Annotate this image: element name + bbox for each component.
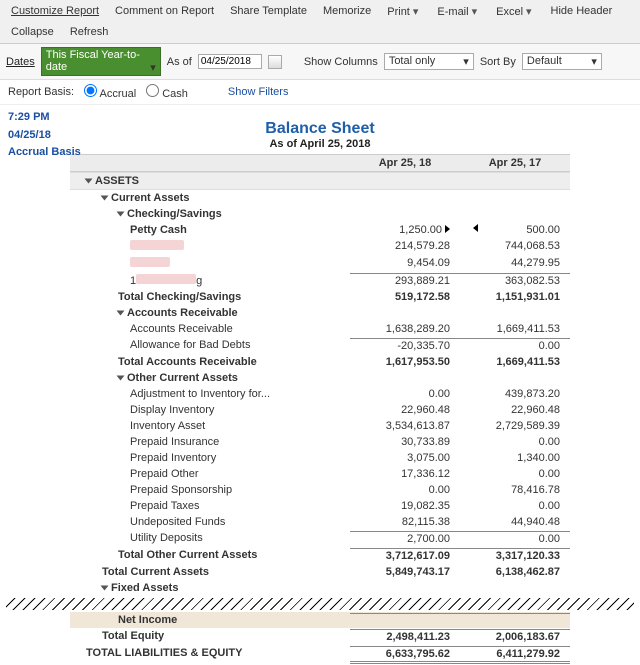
triangle-icon [117,211,125,216]
date-range-select[interactable]: This Fiscal Year-to-date ▾ [41,47,161,76]
row-pinv[interactable]: Prepaid Inventory [70,451,350,465]
torn-divider [6,598,634,610]
row-total-equity: Total Equity [70,629,350,644]
meta-time: 7:29 PM [8,109,122,126]
row-total-cs: Total Checking/Savings [70,290,350,304]
section-oca[interactable]: Other Current Assets [70,371,350,385]
sortby-label: Sort By [480,56,516,68]
row-redacted: 1g [70,273,350,288]
excel-button[interactable]: Excel▾ [489,2,541,21]
comment-report-button[interactable]: Comment on Report [108,2,221,21]
section-checking-savings[interactable]: Checking/Savings [70,207,350,221]
asof-input[interactable] [198,54,262,69]
section-current-assets[interactable]: Current Assets [70,191,350,205]
email-button[interactable]: E-mail▾ [430,2,487,21]
row-dinv[interactable]: Display Inventory [70,403,350,417]
triangle-icon [117,310,125,315]
row-pins[interactable]: Prepaid Insurance [70,435,350,449]
row-redacted [70,256,350,271]
dates-label: Dates [6,56,35,68]
row-iasset[interactable]: Inventory Asset [70,419,350,433]
report-basis-label: Report Basis: [8,86,74,98]
asof-label: As of [167,56,192,68]
col-header-1: Apr 25, 18 [350,155,460,171]
refresh-button[interactable]: Refresh [63,23,116,41]
row-util[interactable]: Utility Deposits [70,531,350,546]
report-grid: Apr 25, 18 Apr 25, 17 ASSETS Current Ass… [70,154,570,596]
row-total-le: TOTAL LIABILITIES & EQUITY [70,646,350,664]
calendar-icon[interactable] [268,55,282,69]
memorize-button[interactable]: Memorize [316,2,378,21]
triangle-icon [101,585,109,590]
row-tca: Total Current Assets [70,565,350,579]
col-header-2: Apr 25, 17 [460,155,570,171]
customize-report-button[interactable]: Customize Report [4,2,106,21]
accrual-radio[interactable]: Accrual [84,84,136,100]
chevron-down-icon[interactable]: ▾ [469,5,481,18]
hide-header-button[interactable]: Hide Header [544,2,620,21]
triangle-icon [85,178,93,183]
row-petty-cash[interactable]: Petty Cash [70,223,350,237]
chevron-down-icon[interactable]: ▾ [523,5,535,18]
sortby-select[interactable]: Default ▾ [522,53,602,70]
row-total-ar: Total Accounts Receivable [70,355,350,369]
row-redacted [70,239,350,254]
collapse-button[interactable]: Collapse [4,23,61,41]
row-adj[interactable]: Adjustment to Inventory for... [70,387,350,401]
row-toca: Total Other Current Assets [70,548,350,563]
caret-left-icon [473,224,478,232]
section-fixed-assets[interactable]: Fixed Assets [70,581,350,595]
triangle-icon [101,195,109,200]
show-columns-label: Show Columns [304,56,378,68]
show-filters-link[interactable]: Show Filters [228,86,289,98]
section-assets[interactable]: ASSETS [70,173,350,189]
toolbar: Customize Report Comment on Report Share… [0,0,640,44]
row-undep[interactable]: Undeposited Funds [70,515,350,529]
share-template-button[interactable]: Share Template [223,2,314,21]
cash-radio[interactable]: Cash [146,84,188,100]
meta-date: 04/25/18 [8,127,122,144]
filter-bar: Dates This Fiscal Year-to-date ▾ As of S… [0,44,640,80]
row-net-income: Net Income [70,613,350,627]
row-abd[interactable]: Allowance for Bad Debts [70,338,350,353]
row-pspon[interactable]: Prepaid Sponsorship [70,483,350,497]
chevron-down-icon[interactable]: ▾ [410,5,422,18]
triangle-icon [117,375,125,380]
basis-bar: Report Basis: Accrual Cash Show Filters [0,80,640,105]
caret-right-icon [445,225,450,233]
row-ar[interactable]: Accounts Receivable [70,322,350,336]
print-button[interactable]: Print▾ [380,2,428,21]
show-columns-select[interactable]: Total only ▾ [384,53,474,70]
row-poth[interactable]: Prepaid Other [70,467,350,481]
section-ar[interactable]: Accounts Receivable [70,306,350,320]
row-ptax[interactable]: Prepaid Taxes [70,499,350,513]
